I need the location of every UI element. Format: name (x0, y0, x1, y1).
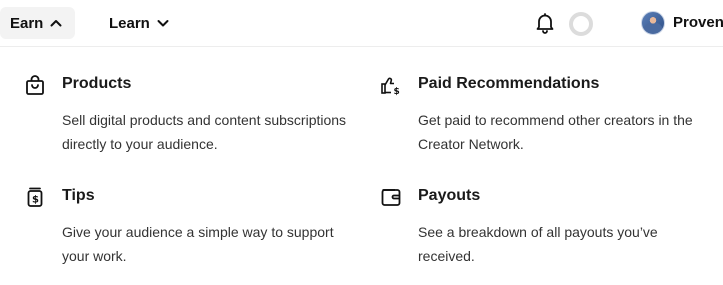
menu-item-description: See a breakdown of all payouts you’ve re… (418, 224, 658, 264)
spinner-icon (569, 12, 593, 36)
shopping-bag-icon (24, 74, 46, 96)
menu-item-title: Payouts (418, 187, 481, 204)
bell-icon[interactable] (534, 12, 556, 34)
learn-label: Learn (109, 14, 150, 32)
earn-label: Earn (10, 14, 44, 32)
user-name[interactable]: Proven (673, 14, 723, 31)
menu-item-description: Sell digital products and content subscr… (62, 112, 347, 152)
menu-item-description: Give your audience a simple way to suppo… (62, 224, 334, 264)
menu-item-title: Paid Recommendations (418, 75, 600, 92)
earn-dropdown-menu: Products Sell digital products and conte… (0, 46, 723, 285)
svg-text:$: $ (32, 195, 39, 206)
wallet-icon (380, 186, 402, 208)
top-navigation: Earn Learn Proven (0, 0, 723, 46)
thumbs-up-dollar-icon: $ (380, 74, 402, 97)
tip-jar-icon: $ (24, 186, 46, 208)
menu-item-title: Products (62, 75, 132, 92)
chevron-up-icon (49, 16, 63, 30)
menu-item-title: Tips (62, 187, 95, 204)
menu-item-description: Get paid to recommend other creators in … (418, 112, 693, 152)
chevron-down-icon (156, 16, 170, 30)
learn-menu-button[interactable]: Learn (99, 7, 180, 39)
earn-menu-button[interactable]: Earn (0, 7, 76, 39)
svg-text:$: $ (394, 87, 400, 96)
avatar[interactable] (641, 11, 665, 35)
